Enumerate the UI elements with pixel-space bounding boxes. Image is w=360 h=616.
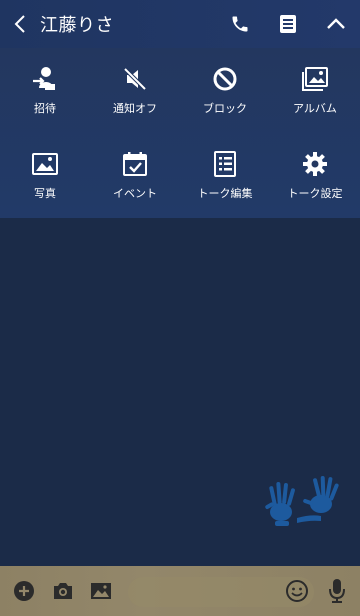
menu-item-label: イベント: [113, 187, 157, 200]
back-button[interactable]: [0, 0, 40, 48]
menu-item-label: 通知オフ: [113, 102, 157, 115]
invite-icon: [31, 66, 59, 92]
menu-item-album[interactable]: アルバム: [270, 48, 360, 128]
menu-item-block[interactable]: ブロック: [180, 48, 270, 128]
chevron-up-icon: [327, 18, 345, 29]
menu-item-label: ブロック: [203, 102, 247, 115]
mic-icon: [329, 579, 345, 603]
message-input-bar: [0, 566, 360, 616]
menu-item-photo[interactable]: 写真: [0, 133, 90, 213]
menu-item-label: トーク設定: [287, 187, 343, 200]
notes-icon: [280, 15, 296, 33]
camera-icon: [54, 583, 72, 599]
menu-item-mute[interactable]: 通知オフ: [90, 48, 180, 128]
album-icon: [301, 66, 329, 92]
settings-icon: [302, 151, 328, 177]
menu-item-invite[interactable]: 招待: [0, 48, 90, 128]
call-button[interactable]: [216, 0, 264, 48]
event-icon: [122, 151, 148, 177]
add-icon: [14, 581, 34, 601]
phone-icon: [232, 16, 248, 32]
menu-item-label: 写真: [34, 187, 56, 200]
add-button[interactable]: [10, 566, 38, 616]
handprint-decoration-icon: [265, 476, 339, 526]
block-icon: [212, 66, 238, 92]
image-icon: [91, 583, 111, 599]
menu-item-label: トーク編集: [197, 187, 253, 200]
camera-button[interactable]: [50, 566, 76, 616]
back-arrow-icon: [14, 15, 25, 33]
menu-item-edit-talk[interactable]: トーク編集: [180, 133, 270, 213]
collapse-menu-button[interactable]: [312, 0, 360, 48]
chat-title: 江藤りさ: [40, 15, 114, 36]
menu-item-event[interactable]: イベント: [90, 133, 180, 213]
emoji-icon: [286, 580, 308, 602]
image-button[interactable]: [88, 566, 114, 616]
menu-item-label: アルバム: [293, 102, 337, 115]
chat-menu-panel: 招待 通知オフ ブロック アルバム 写真 イベント トーク編集 トーク設定: [0, 48, 360, 219]
chat-header: 江藤りさ: [0, 0, 360, 48]
voice-button[interactable]: [324, 566, 350, 616]
notes-button[interactable]: [264, 0, 312, 48]
photo-icon: [32, 151, 58, 177]
mute-icon: [122, 66, 148, 92]
emoji-button[interactable]: [284, 566, 310, 616]
edit-talk-icon: [213, 151, 237, 177]
menu-item-settings[interactable]: トーク設定: [270, 133, 360, 213]
menu-item-label: 招待: [34, 102, 56, 115]
message-input[interactable]: [138, 577, 292, 609]
